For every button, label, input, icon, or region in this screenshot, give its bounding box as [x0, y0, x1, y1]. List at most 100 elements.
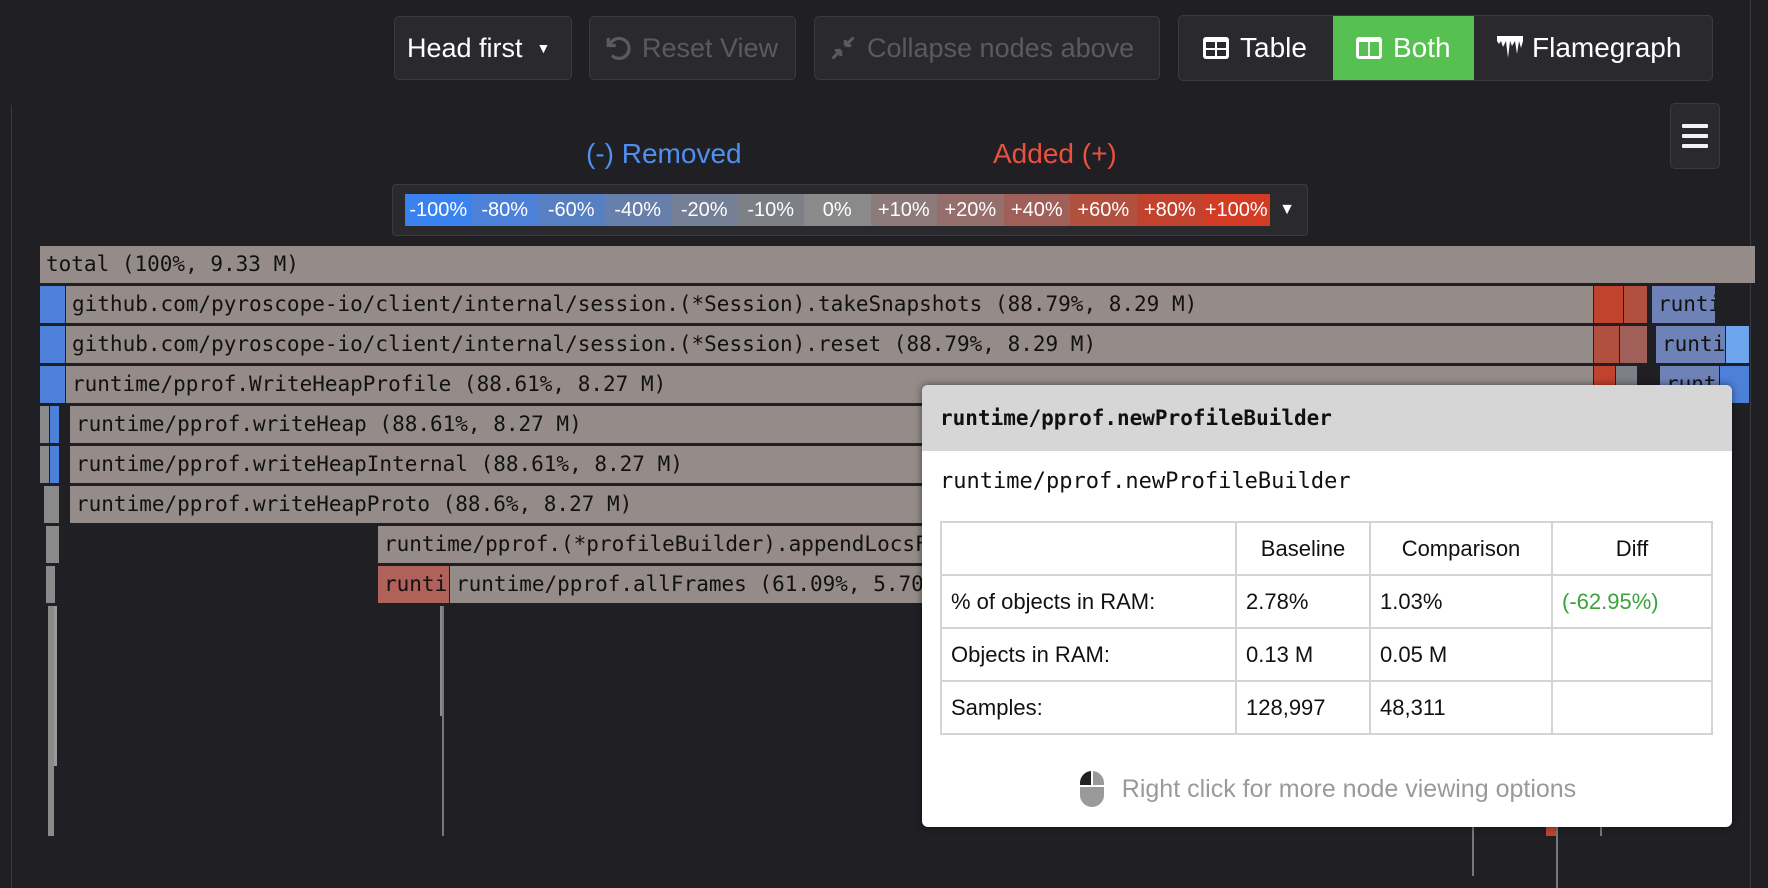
flame-node[interactable]: runtime/pprof.allFrames (61.09%, 5.70 M) [450, 566, 950, 604]
flame-node-thin[interactable] [440, 606, 443, 716]
flame-node[interactable] [50, 406, 60, 444]
view-mode-switch: Table Both Flamegraph [1178, 15, 1713, 81]
row-comparison: 48,311 [1369, 680, 1553, 735]
compress-icon [831, 36, 855, 60]
row-diff: (-62.95%) [1551, 574, 1713, 629]
tooltip-col-baseline: Baseline [1235, 521, 1371, 576]
caret-down-icon: ▼ [536, 40, 551, 56]
flamegraph-right-divider [1750, 0, 1751, 888]
flame-node[interactable]: runtime/pprof.writeHeapInternal (88.61%,… [70, 446, 950, 484]
view-table-button[interactable]: Table [1179, 16, 1333, 80]
reset-view-label: Reset View [642, 32, 779, 63]
flame-node[interactable] [46, 566, 56, 604]
flame-node[interactable] [40, 366, 66, 404]
flame-node[interactable] [40, 446, 50, 484]
flame-node[interactable] [40, 286, 66, 324]
sort-select[interactable]: Head first ▼ [394, 16, 572, 80]
flame-node[interactable] [1726, 326, 1750, 364]
reset-view-button[interactable]: Reset View [589, 16, 796, 80]
hamburger-icon-bar [1682, 124, 1708, 128]
view-flamegraph-button[interactable]: Flamegraph [1474, 16, 1712, 80]
flame-node[interactable] [40, 326, 66, 364]
flame-node-label: runtime/pprof.writeHeapProto (88.6%, 8.2… [76, 492, 633, 516]
flame-node[interactable] [1620, 326, 1648, 364]
flame-node[interactable]: runti [1656, 326, 1726, 364]
tooltip-col-diff: Diff [1551, 521, 1713, 576]
flame-node[interactable]: runtime/pprof.writeHeap (88.61%, 8.27 M) [70, 406, 950, 444]
flame-node-label: github.com/pyroscope-io/client/internal/… [72, 332, 1097, 356]
legend-cell: -40% [604, 194, 671, 226]
table-row: Samples: 128,997 48,311 [940, 680, 1713, 735]
flame-node-thin[interactable] [54, 606, 57, 766]
flamegraph-left-axis [0, 105, 12, 888]
hamburger-icon-bar [1682, 134, 1708, 138]
flame-node[interactable]: runtime/pprof.writeHeapProto (88.6%, 8.2… [70, 486, 950, 524]
flame-node-label: runti [384, 572, 448, 596]
flame-node-label: runtime/pprof.(*profileBuilder).appendLo… [384, 532, 941, 556]
row-label: Samples: [940, 680, 1237, 735]
legend-cell: +60% [1070, 194, 1137, 226]
tooltip-col-label [940, 521, 1237, 576]
row-comparison: 1.03% [1369, 574, 1553, 629]
flame-node[interactable] [40, 406, 50, 444]
collapse-nodes-button[interactable]: Collapse nodes above [814, 16, 1160, 80]
row-diff [1551, 680, 1713, 735]
tooltip-table: Baseline Comparison Diff % of objects in… [940, 521, 1713, 735]
legend-cell: -20% [671, 194, 738, 226]
legend-scale: -100% -80% -60% -40% -20% -10% 0% +10% +20% +40% +… [405, 194, 1270, 226]
flame-node-label: runtime/pprof.allFrames (61.09%, 5.70 M) [456, 572, 950, 596]
flame-node[interactable] [1624, 286, 1648, 324]
flame-node-label: runtime/ [1658, 292, 1715, 316]
legend-cell: +80% [1136, 194, 1203, 226]
row-label: % of objects in RAM: [940, 574, 1237, 629]
flame-node-thin[interactable] [48, 606, 54, 836]
flame-node[interactable]: runtime/pprof.(*profileBuilder).appendLo… [378, 526, 950, 564]
legend-cell: +10% [870, 194, 937, 226]
node-tooltip: runtime/pprof.newProfileBuilder runtime/… [922, 385, 1732, 827]
tooltip-col-comparison: Comparison [1369, 521, 1553, 576]
flame-node[interactable]: runtime/ [1652, 286, 1716, 324]
flame-node[interactable]: runti [378, 566, 450, 604]
flame-node[interactable] [1594, 286, 1624, 324]
view-both-button[interactable]: Both [1333, 16, 1474, 80]
tooltip-hint: Right click for more node viewing option… [922, 769, 1732, 809]
view-both-label: Both [1393, 32, 1451, 63]
flame-node[interactable] [1594, 326, 1620, 364]
legend-cell: -100% [405, 194, 472, 226]
flame-node-thin[interactable] [442, 606, 444, 836]
flame-node-label: runtime/pprof.writeHeapInternal (88.61%,… [76, 452, 683, 476]
flame-node-label: runti [1662, 332, 1726, 356]
flame-node-label: runtime/pprof.writeHeap (88.61%, 8.27 M) [76, 412, 582, 436]
flame-node[interactable]: github.com/pyroscope-io/client/internal/… [66, 286, 1594, 324]
hamburger-icon-bar [1682, 144, 1708, 148]
legend-cell: -10% [737, 194, 804, 226]
flame-node-label: total (100%, 9.33 M) [46, 252, 299, 276]
view-table-label: Table [1240, 32, 1307, 63]
flame-node[interactable] [50, 446, 60, 484]
legend-cell: -60% [538, 194, 605, 226]
flame-node[interactable]: total (100%, 9.33 M) [40, 246, 1756, 284]
legend-added-label: Added (+) [993, 138, 1117, 169]
row-baseline: 0.13 M [1235, 627, 1371, 682]
flame-node[interactable] [44, 486, 60, 524]
sort-select-value: Head first [407, 32, 523, 63]
flame-node[interactable]: github.com/pyroscope-io/client/internal/… [66, 326, 1594, 364]
table-row: Objects in RAM: 0.13 M 0.05 M [940, 627, 1713, 682]
flame-node[interactable] [46, 526, 60, 564]
columns-icon [1356, 37, 1382, 59]
hamburger-menu-button[interactable] [1670, 103, 1720, 169]
legend-cell: +100% [1203, 194, 1270, 226]
diff-legend: -100% -80% -60% -40% -20% -10% 0% +10% +20% +40% +… [392, 184, 1308, 236]
tooltip-title: runtime/pprof.newProfileBuilder [922, 385, 1732, 451]
icicle-icon [1497, 36, 1523, 58]
tooltip-table-header: Baseline Comparison Diff [940, 521, 1713, 576]
legend-dropdown-icon[interactable]: ▼ [1279, 201, 1295, 219]
row-comparison: 0.05 M [1369, 627, 1553, 682]
row-baseline: 2.78% [1235, 574, 1371, 629]
tooltip-subtitle: runtime/pprof.newProfileBuilder [940, 469, 1351, 494]
collapse-nodes-label: Collapse nodes above [867, 32, 1135, 63]
legend-removed-label: (-) Removed [586, 138, 742, 169]
flame-node-label: runtime/pprof.WriteHeapProfile (88.61%, … [72, 372, 667, 396]
row-baseline: 128,997 [1235, 680, 1371, 735]
legend-cell: +20% [937, 194, 1004, 226]
